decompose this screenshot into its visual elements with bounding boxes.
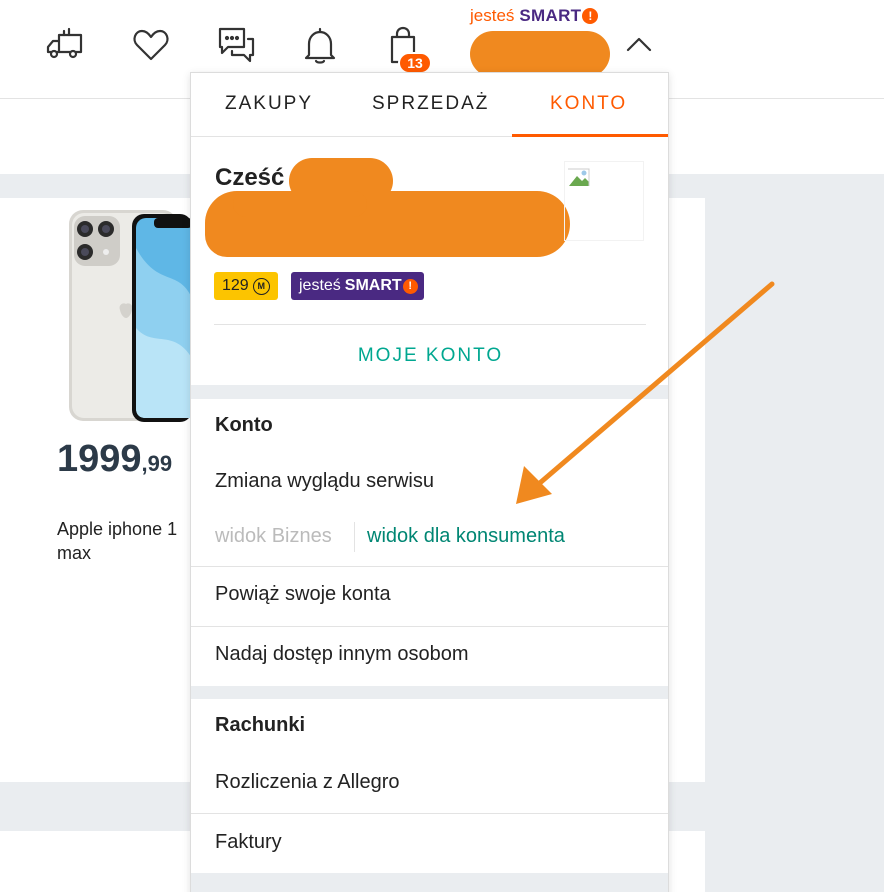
- section-heading-konto: Konto: [215, 414, 273, 436]
- menu-item-invoices[interactable]: Faktury: [215, 831, 282, 854]
- product-title[interactable]: Apple iphone 1 max: [57, 517, 197, 565]
- section-heading-rachunki: Rachunki: [215, 714, 306, 736]
- my-account-link[interactable]: MOJE KONTO: [191, 345, 668, 367]
- smart-exclamation-icon: !: [582, 8, 599, 24]
- account-dropdown: ZAKUPY SPRZEDAŻ KONTO Cześć 129 M jesteś…: [190, 72, 669, 892]
- messages-icon[interactable]: [213, 22, 259, 68]
- section-gap: [191, 873, 668, 892]
- smart-badge-exclamation-icon: !: [402, 278, 418, 294]
- dropdown-tabs: ZAKUPY SPRZEDAŻ KONTO: [191, 73, 668, 137]
- active-tab-indicator: [512, 134, 668, 137]
- view-business-option[interactable]: widok Biznes: [215, 525, 332, 548]
- broken-image-icon: [568, 168, 590, 186]
- divider: [191, 566, 668, 567]
- tab-konto[interactable]: KONTO: [550, 93, 627, 115]
- section-gap: [191, 385, 668, 399]
- menu-item-link-accounts[interactable]: Powiąż swoje konta: [215, 583, 391, 606]
- delivery-truck-icon[interactable]: [42, 22, 88, 68]
- product-image[interactable]: [68, 208, 192, 424]
- divider: [191, 813, 668, 814]
- redacted-username[interactable]: [470, 31, 610, 77]
- view-consumer-option[interactable]: widok dla konsumenta: [367, 525, 565, 548]
- coins-count: 129: [222, 277, 249, 294]
- smart-coins-badge[interactable]: 129 M: [214, 272, 278, 300]
- avatar[interactable]: [564, 161, 644, 241]
- heart-icon[interactable]: [128, 22, 174, 68]
- smart-badge-prefix: jesteś: [299, 277, 341, 294]
- price-decimals: ,99: [141, 451, 173, 476]
- tab-sprzedaz[interactable]: SPRZEDAŻ: [372, 93, 489, 115]
- section-gap: [191, 686, 668, 699]
- bell-icon[interactable]: [297, 22, 343, 68]
- coin-icon: M: [252, 277, 270, 295]
- price-integer: 1999: [57, 438, 142, 480]
- redacted-user-details-part: [233, 191, 367, 217]
- smart-promo-logo[interactable]: jesteś SMART !: [470, 6, 599, 26]
- smart-status-badge[interactable]: jesteś SMART !: [291, 272, 424, 300]
- smart-brand: SMART: [519, 6, 582, 25]
- chevron-up-icon[interactable]: [624, 30, 654, 60]
- menu-item-settlements[interactable]: Rozliczenia z Allegro: [215, 771, 400, 794]
- menu-item-grant-access[interactable]: Nadaj dostęp innym osobom: [215, 643, 468, 666]
- greeting: Cześć: [215, 164, 285, 191]
- change-view-label: Zmiana wyglądu serwisu: [215, 470, 434, 492]
- cart-count-badge: 13: [398, 52, 432, 74]
- smart-badge-brand: SMART: [344, 277, 402, 294]
- divider: [214, 324, 646, 325]
- tab-zakupy[interactable]: ZAKUPY: [225, 93, 313, 115]
- view-separator: [354, 522, 355, 552]
- smart-prefix: jesteś: [470, 6, 515, 25]
- divider: [191, 626, 668, 627]
- product-price: 1999,99: [57, 438, 172, 481]
